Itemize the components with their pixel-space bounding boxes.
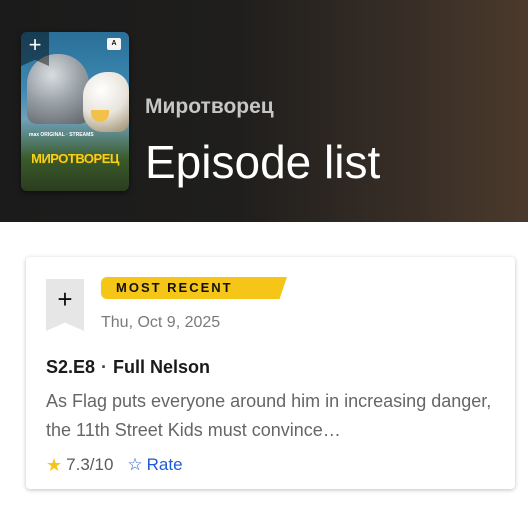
air-date: Thu, Oct 9, 2025 bbox=[101, 314, 221, 331]
episode-description: As Flag puts everyone around him in incr… bbox=[46, 391, 492, 440]
rate-button[interactable]: ☆ Rate bbox=[127, 455, 182, 475]
poster-eagle-art bbox=[83, 72, 129, 132]
plus-icon: + bbox=[57, 284, 73, 314]
poster-title: МИРОТВОРЕЦ bbox=[31, 151, 119, 166]
episode-card: + MOST RECENT Thu, Oct 9, 2025 S2.E8 · Ful… bbox=[26, 257, 515, 489]
hero-header: max ORIGINAL · STREAMS МИРОТВОРЕЦ A + Ми… bbox=[0, 0, 528, 222]
separator-dot: · bbox=[101, 357, 108, 377]
plus-icon: + bbox=[28, 32, 42, 57]
star-outline-icon: ☆ bbox=[127, 455, 143, 474]
episode-code: S2.E8 bbox=[46, 357, 96, 377]
star-filled-icon: ★ bbox=[46, 454, 63, 475]
rating-row: ★ 7.3/10 ☆ Rate bbox=[46, 453, 183, 477]
poster-helmet-art bbox=[27, 54, 89, 124]
series-poster[interactable]: max ORIGINAL · STREAMS МИРОТВОРЕЦ A + bbox=[21, 32, 129, 191]
age-rating-badge: A bbox=[107, 38, 121, 50]
page-title: Episode list bbox=[145, 136, 381, 188]
poster-brand: max ORIGINAL · STREAMS bbox=[29, 132, 94, 138]
rate-label: Rate bbox=[146, 455, 183, 474]
add-to-watchlist-ribbon[interactable]: + bbox=[21, 32, 49, 66]
most-recent-badge: MOST RECENT bbox=[101, 277, 287, 299]
rating-value: 7.3/10 bbox=[66, 455, 114, 474]
episode-watchlist-button[interactable]: + bbox=[46, 279, 84, 331]
episode-title: Full Nelson bbox=[113, 357, 211, 377]
episode-title-link[interactable]: S2.E8 · Full Nelson bbox=[46, 355, 210, 379]
series-name-link[interactable]: Миротворец bbox=[145, 94, 274, 120]
